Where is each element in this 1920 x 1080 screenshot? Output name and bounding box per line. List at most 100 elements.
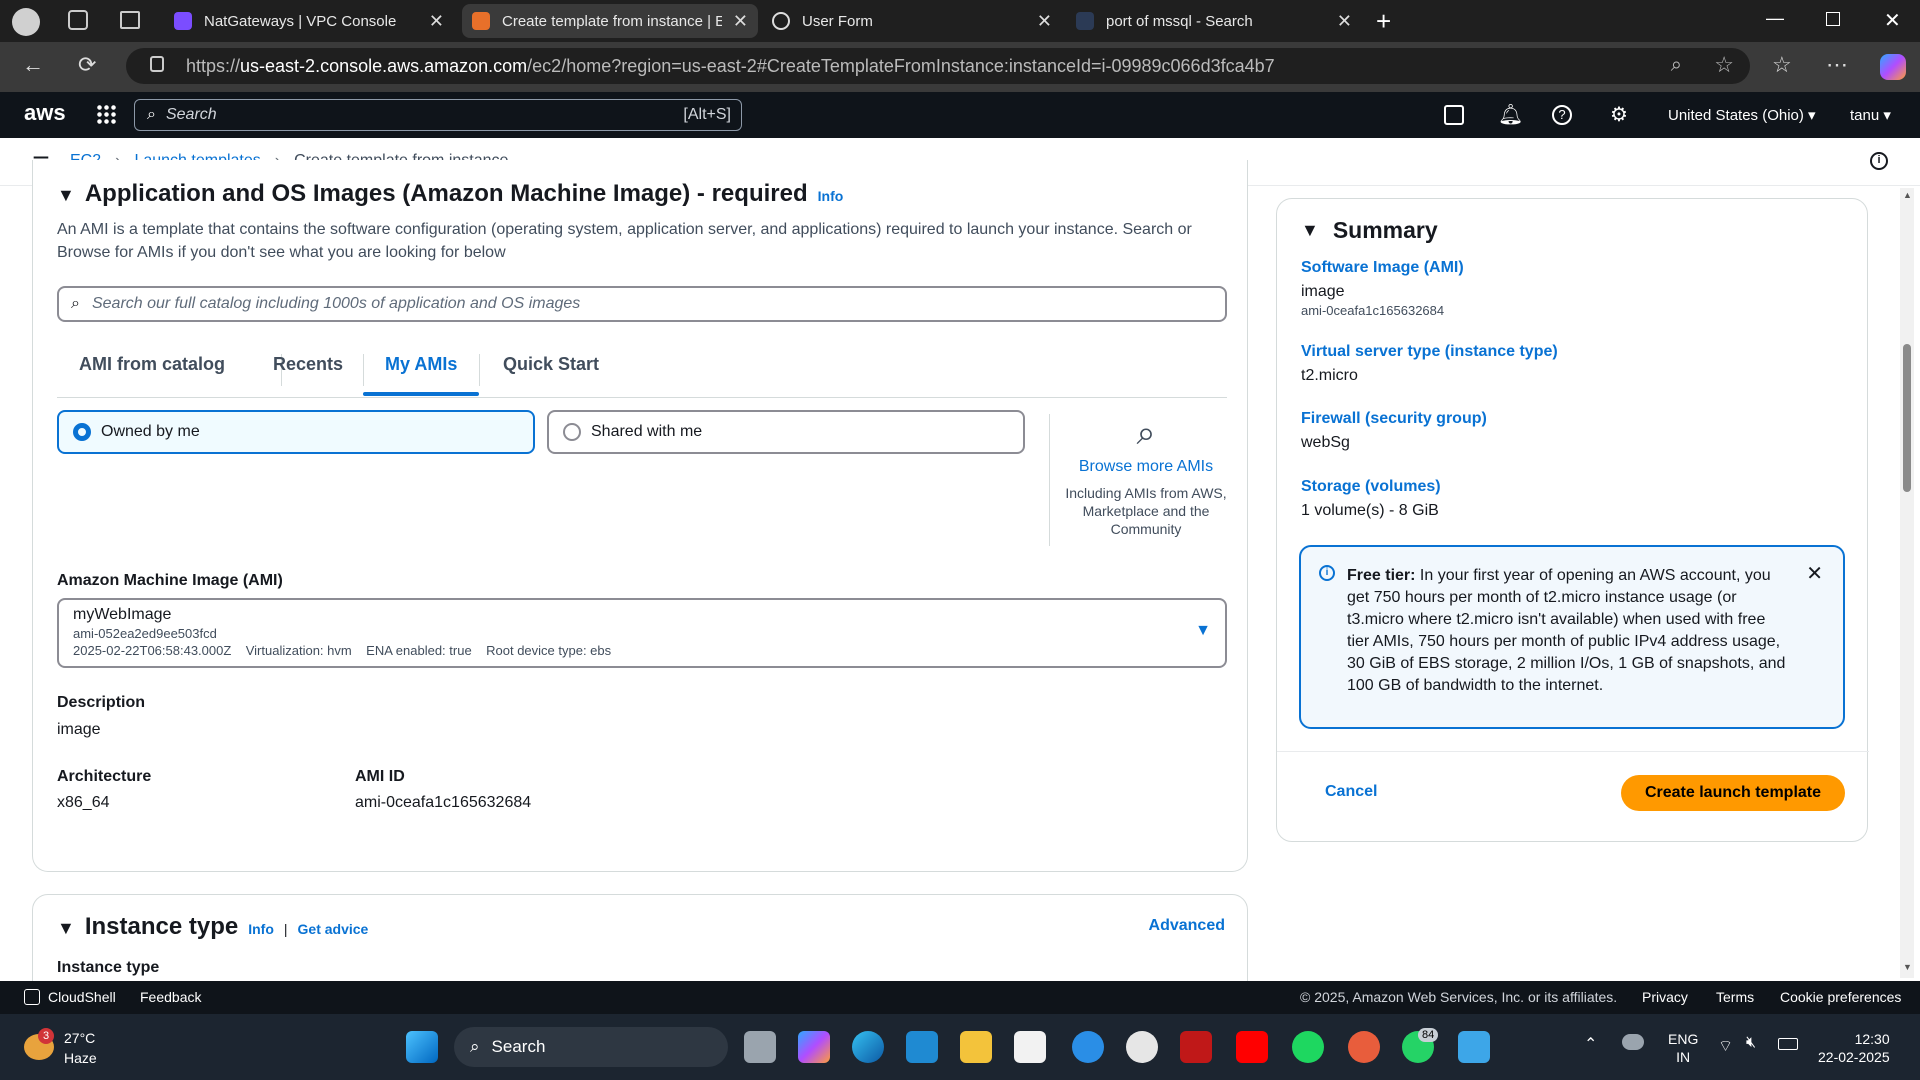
- radio-button-checked[interactable]: [73, 423, 91, 441]
- close-icon[interactable]: ✕: [1806, 561, 1823, 586]
- terms-link[interactable]: Terms: [1716, 989, 1754, 1005]
- help-icon[interactable]: ?: [1552, 105, 1572, 125]
- cookie-preferences-link[interactable]: Cookie preferences: [1780, 989, 1901, 1005]
- settings-gear-icon[interactable]: ⚙: [1610, 102, 1628, 127]
- lock-icon[interactable]: [150, 56, 164, 72]
- help-app-icon[interactable]: [1072, 1031, 1104, 1063]
- battery-icon[interactable]: [1778, 1038, 1798, 1050]
- tab-my-amis[interactable]: My AMIs: [385, 354, 457, 375]
- favorites-icon[interactable]: ☆: [1772, 52, 1792, 78]
- minimize-icon[interactable]: —: [1766, 8, 1784, 29]
- notepad-icon[interactable]: [1458, 1031, 1490, 1063]
- zoom-icon[interactable]: ⌕: [1671, 54, 1682, 77]
- ami-name: myWebImage: [73, 606, 172, 623]
- radio-shared-with-me[interactable]: Shared with me: [547, 410, 1025, 454]
- wifi-icon[interactable]: ⌔: [1718, 1036, 1733, 1056]
- profile-icon[interactable]: [12, 8, 40, 36]
- new-tab-icon[interactable]: +: [1376, 6, 1391, 37]
- instance-type-link[interactable]: Virtual server type (instance type): [1301, 343, 1558, 361]
- get-advice-link[interactable]: Get advice: [298, 921, 369, 937]
- cloudshell-icon[interactable]: [1444, 105, 1464, 125]
- tab-create-template[interactable]: Create template from instance | E ✕: [462, 4, 758, 38]
- ami-search-input[interactable]: ⌕ Search our full catalog including 1000…: [57, 286, 1227, 322]
- close-tab-icon[interactable]: ✕: [1337, 11, 1352, 32]
- advanced-link[interactable]: Advanced: [1149, 917, 1225, 935]
- notifications-bell-icon[interactable]: 🔔︎: [1498, 102, 1523, 127]
- close-tab-icon[interactable]: ✕: [429, 11, 444, 32]
- radio-button-unchecked[interactable]: [563, 423, 581, 441]
- tab-natgateways[interactable]: NatGateways | VPC Console ✕: [164, 4, 454, 38]
- youtube-icon[interactable]: [1236, 1031, 1268, 1063]
- storage-link[interactable]: Storage (volumes): [1301, 478, 1441, 496]
- language-indicator[interactable]: ENG IN: [1668, 1030, 1698, 1066]
- aws-logo[interactable]: aws: [24, 100, 66, 126]
- close-window-icon[interactable]: ✕: [1884, 8, 1901, 33]
- aws-search-input[interactable]: ⌕ Search [Alt+S]: [134, 99, 742, 131]
- copilot-icon[interactable]: [798, 1031, 830, 1063]
- scroll-up-arrow-icon[interactable]: ▲: [1903, 190, 1912, 200]
- ami-select[interactable]: myWebImage ami-052ea2ed9ee503fcd 2025-02…: [57, 598, 1227, 668]
- mcafee-icon[interactable]: [1180, 1031, 1212, 1063]
- tab-title: NatGateways | VPC Console: [204, 12, 397, 30]
- feedback-link[interactable]: Feedback: [140, 989, 201, 1005]
- scrollbar-thumb[interactable]: [1903, 344, 1911, 492]
- favorite-star-icon[interactable]: ☆: [1714, 52, 1734, 78]
- collapse-caret-icon[interactable]: ▼: [1301, 220, 1319, 241]
- ami-info-link[interactable]: Info: [818, 188, 844, 204]
- magnifier-icon[interactable]: ⌕: [1063, 416, 1229, 450]
- tab-search[interactable]: port of mssql - Search ✕: [1066, 4, 1362, 38]
- vscode-icon[interactable]: [906, 1031, 938, 1063]
- close-tab-icon[interactable]: ✕: [733, 11, 748, 32]
- restore-icon[interactable]: [1826, 12, 1840, 26]
- microsoft-store-icon[interactable]: [1014, 1031, 1046, 1063]
- tab-quick-start[interactable]: Quick Start: [503, 354, 599, 375]
- clock[interactable]: 12:30 22-02-2025: [1818, 1030, 1890, 1066]
- services-grid-icon[interactable]: [96, 104, 116, 124]
- github-icon[interactable]: [1126, 1031, 1158, 1063]
- windows-start-icon[interactable]: [406, 1031, 438, 1063]
- browse-more-amis-link[interactable]: Browse more AMIs: [1063, 458, 1229, 476]
- browse-amis-desc: Including AMIs from AWS, Marketplace and…: [1065, 485, 1227, 537]
- volume-muted-icon[interactable]: 🔇︎: [1746, 1034, 1756, 1052]
- whatsapp-badge: 84: [1418, 1028, 1439, 1042]
- create-launch-template-button[interactable]: Create launch template: [1621, 775, 1845, 811]
- tab-user-form[interactable]: User Form ✕: [762, 4, 1062, 38]
- tab-recents[interactable]: Recents: [273, 354, 343, 375]
- refresh-icon[interactable]: ⟳: [78, 52, 96, 78]
- account-menu[interactable]: tanu ▾: [1850, 106, 1891, 124]
- scroll-down-arrow-icon[interactable]: ▼: [1903, 962, 1912, 972]
- instance-info-link[interactable]: Info: [248, 921, 274, 937]
- separator: |: [283, 921, 288, 937]
- file-explorer-icon[interactable]: [960, 1031, 992, 1063]
- tab-actions-icon[interactable]: [120, 11, 140, 29]
- edge-browser-icon[interactable]: [852, 1031, 884, 1063]
- onedrive-offline-icon[interactable]: [1622, 1034, 1644, 1050]
- weather-widget[interactable]: 3 27°C Haze: [20, 1028, 140, 1068]
- collapse-caret-icon[interactable]: ▼: [57, 185, 75, 206]
- cloudshell-link[interactable]: CloudShell: [24, 989, 116, 1005]
- more-icon[interactable]: ⋯: [1826, 52, 1848, 78]
- tab-divider: [479, 354, 480, 386]
- region-selector[interactable]: United States (Ohio) ▾: [1668, 106, 1816, 124]
- task-view-icon[interactable]: [744, 1031, 776, 1063]
- workspaces-icon[interactable]: [68, 10, 88, 30]
- dropdown-caret-icon[interactable]: ▼: [1195, 622, 1211, 640]
- cancel-button[interactable]: Cancel: [1325, 783, 1377, 801]
- copilot-icon[interactable]: [1880, 54, 1906, 80]
- collapse-caret-icon[interactable]: ▼: [57, 918, 75, 939]
- privacy-link[interactable]: Privacy: [1642, 989, 1688, 1005]
- radio-owned-by-me[interactable]: Owned by me: [57, 410, 535, 454]
- tab-ami-catalog[interactable]: AMI from catalog: [79, 354, 225, 375]
- software-image-link[interactable]: Software Image (AMI): [1301, 259, 1464, 277]
- globe-icon: [772, 12, 790, 30]
- info-panel-icon[interactable]: i: [1870, 152, 1888, 170]
- firewall-link[interactable]: Firewall (security group): [1301, 410, 1487, 428]
- spotify-icon[interactable]: [1292, 1031, 1324, 1063]
- git-app-icon[interactable]: [1348, 1031, 1380, 1063]
- taskbar-search[interactable]: ⌕ Search: [454, 1027, 728, 1067]
- url-field[interactable]: https://us-east-2.console.aws.amazon.com…: [126, 48, 1750, 84]
- page-scrollbar[interactable]: ▲ ▼: [1900, 188, 1914, 978]
- back-icon[interactable]: ←: [22, 52, 44, 78]
- show-hidden-icons-chevron-icon[interactable]: ⌃: [1584, 1034, 1597, 1054]
- close-tab-icon[interactable]: ✕: [1037, 11, 1052, 32]
